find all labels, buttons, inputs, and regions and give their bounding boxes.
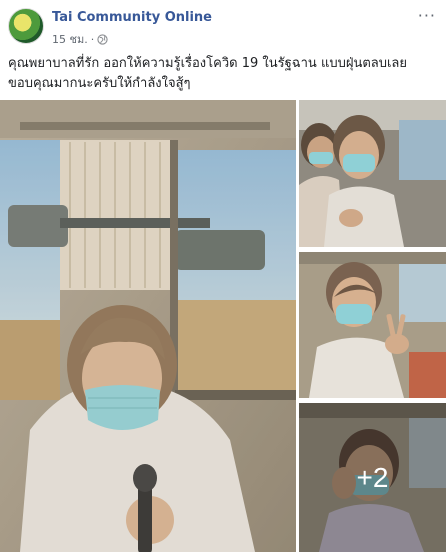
more-photos-overlay[interactable]: +2 (299, 403, 446, 552)
post-meta: 15 ชม. · (52, 30, 108, 48)
photo-grid: +2 (0, 100, 446, 552)
post-timestamp[interactable]: 15 ชม. (52, 30, 88, 48)
post-header: Tai Community Online 15 ชม. · ··· (0, 0, 446, 50)
post-text-line: คุณพยาบาลที่รัก ออกให้ความรู้เรื่องโควิด… (8, 56, 408, 71)
main-photo[interactable] (0, 100, 296, 552)
photo-thumbnail-more[interactable]: +2 (299, 403, 446, 552)
post-text-line: ขอบคุณมากนะครับให้กำลังใจสู้ๆ (8, 76, 191, 91)
photo-thumbnail[interactable] (299, 252, 446, 398)
more-photos-count: +2 (356, 461, 389, 493)
post-text: คุณพยาบาลที่รัก ออกให้ความรู้เรื่องโควิด… (8, 54, 438, 94)
page-name-link[interactable]: Tai Community Online (52, 10, 212, 25)
meta-separator: · (90, 32, 95, 46)
page-avatar[interactable] (8, 8, 44, 44)
globe-icon (97, 33, 108, 45)
more-options-icon[interactable]: ··· (418, 6, 436, 25)
facebook-post: Tai Community Online 15 ชม. · ··· คุณพยา… (0, 0, 446, 552)
photo-thumbnail[interactable] (299, 100, 446, 247)
